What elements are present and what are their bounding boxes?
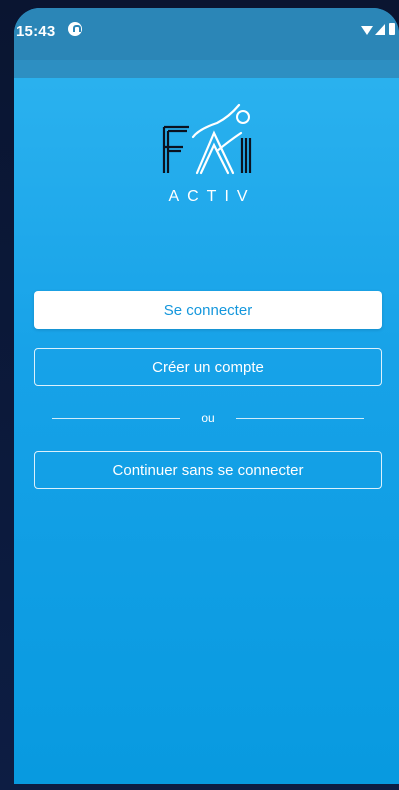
wifi-icon: [361, 26, 373, 35]
or-divider: ou: [52, 411, 364, 425]
status-time: 15:43: [16, 23, 56, 40]
divider-label: ou: [201, 411, 215, 425]
app-bar: [14, 60, 399, 78]
divider-line-left: [52, 418, 180, 419]
system-icons: [359, 23, 399, 39]
app-screen: 15:43 ACTIV Se connecter Créer un compte: [14, 8, 399, 784]
signal-icon: [375, 24, 385, 35]
login-button[interactable]: Se connecter: [34, 291, 382, 329]
app-logo: ACTIV: [159, 93, 259, 218]
notification-icon: [68, 22, 82, 36]
logo-text: ACTIV: [168, 188, 256, 205]
continue-without-login-button[interactable]: Continuer sans se connecter: [34, 451, 382, 489]
create-account-button[interactable]: Créer un compte: [34, 348, 382, 386]
logo-mark-icon: [162, 103, 252, 175]
battery-icon: [389, 23, 395, 35]
divider-line-right: [236, 418, 364, 419]
status-bar: 15:43: [14, 8, 399, 60]
